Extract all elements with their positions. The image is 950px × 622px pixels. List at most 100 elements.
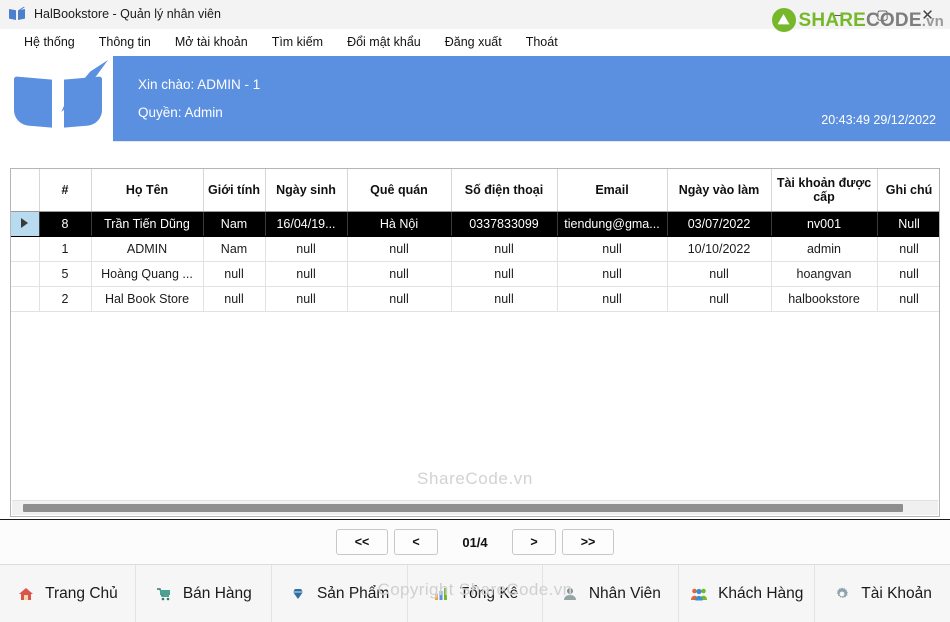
col-header-taikhoan[interactable]: Tài khoản được cấp	[771, 169, 878, 212]
col-header-rowmarker[interactable]	[11, 169, 40, 212]
menu-item-tim-kiem[interactable]: Tìm kiếm	[260, 31, 335, 53]
col-header-gioitinh[interactable]: Giới tính	[203, 169, 266, 212]
cell-ngayvaolam[interactable]: null	[667, 286, 772, 312]
table-header-row: # Họ Tên Giới tính Ngày sinh Quê quán Số…	[11, 169, 939, 212]
cell-num[interactable]: 2	[39, 286, 92, 312]
cell-ghichu[interactable]: null	[877, 286, 939, 312]
menu-item-mo-tai-khoan[interactable]: Mở tài khoản	[163, 31, 260, 53]
cell-ngayvaolam[interactable]: 10/10/2022	[667, 236, 772, 262]
cell-sodienthoai[interactable]: null	[451, 236, 558, 262]
nav-item-ban-hang[interactable]: Bán Hàng	[136, 565, 272, 622]
row-marker[interactable]	[11, 261, 40, 287]
first-page-button[interactable]: <<	[336, 529, 388, 555]
menu-item-thong-tin[interactable]: Thông tin	[87, 31, 163, 53]
nav-label: Trang Chủ	[45, 584, 118, 602]
table-row[interactable]: 5 Hoàng Quang ... null null null null nu…	[11, 261, 939, 287]
header-banner: Xin chào: ADMIN - 1 Quyền: Admin 20:43:4…	[0, 56, 950, 142]
cell-ghichu[interactable]: null	[877, 236, 939, 262]
cell-quequan[interactable]: null	[347, 286, 452, 312]
cell-ghichu[interactable]: null	[877, 261, 939, 287]
cart-icon	[155, 585, 173, 603]
cell-ngaysinh[interactable]: 16/04/19...	[265, 211, 348, 237]
scrollbar-thumb[interactable]	[23, 504, 903, 512]
menu-item-dang-xuat[interactable]: Đăng xuất	[433, 31, 514, 53]
table-row[interactable]: 2 Hal Book Store null null null null nul…	[11, 286, 939, 312]
cell-email[interactable]: null	[557, 286, 668, 312]
cell-quequan[interactable]: null	[347, 261, 452, 287]
cell-sodienthoai[interactable]: null	[451, 286, 558, 312]
cell-gioitinh[interactable]: Nam	[203, 211, 266, 237]
cell-ngaysinh[interactable]: null	[265, 236, 348, 262]
cell-taikhoan[interactable]: nv001	[771, 211, 878, 237]
cell-quequan[interactable]: Hà Nội	[347, 211, 452, 237]
col-header-quequan[interactable]: Quê quán	[347, 169, 452, 212]
row-marker[interactable]	[11, 286, 40, 312]
col-header-num[interactable]: #	[39, 169, 92, 212]
employee-data-grid[interactable]: # Họ Tên Giới tính Ngày sinh Quê quán Số…	[10, 168, 940, 517]
cell-email[interactable]: tiendung@gma...	[557, 211, 668, 237]
cell-hoten[interactable]: ADMIN	[91, 236, 204, 262]
chart-icon	[432, 585, 450, 603]
cell-sodienthoai[interactable]: 0337833099	[451, 211, 558, 237]
cell-taikhoan[interactable]: admin	[771, 236, 878, 262]
people-icon	[690, 585, 708, 603]
nav-item-san-pham[interactable]: Sản Phẩm	[272, 565, 408, 622]
diamond-icon	[289, 585, 307, 603]
cell-sodienthoai[interactable]: null	[451, 261, 558, 287]
menu-item-he-thong[interactable]: Hệ thống	[12, 31, 87, 53]
col-header-ngayvaolam[interactable]: Ngày vào làm	[667, 169, 772, 212]
cell-ngayvaolam[interactable]: null	[667, 261, 772, 287]
cell-hoten[interactable]: Trần Tiến Dũng	[91, 211, 204, 237]
cell-ngaysinh[interactable]: null	[265, 286, 348, 312]
nav-item-tai-khoan[interactable]: Tài Khoản	[815, 565, 950, 622]
cell-taikhoan[interactable]: halbookstore	[771, 286, 878, 312]
nav-label: Bán Hàng	[182, 584, 252, 602]
prev-page-button[interactable]: <	[394, 529, 438, 555]
role-text: Quyền: Admin	[138, 104, 223, 120]
nav-label: Sản Phẩm	[316, 584, 390, 602]
nav-item-nhan-vien[interactable]: Nhân Viên	[543, 565, 680, 622]
col-header-hoten[interactable]: Họ Tên	[91, 169, 204, 212]
row-marker[interactable]	[11, 236, 40, 262]
bottom-navigation-bar: Trang Chủ Bán Hàng Sản Phẩm Tổng Kê Nhân…	[0, 564, 950, 622]
row-caret-icon	[21, 217, 29, 228]
cell-num[interactable]: 5	[39, 261, 92, 287]
cell-num[interactable]: 8	[39, 211, 92, 237]
col-header-sodienthoai[interactable]: Số điện thoại	[451, 169, 558, 212]
nav-item-khach-hang[interactable]: Khách Hàng	[679, 565, 816, 622]
cell-hoten[interactable]: Hoàng Quang ...	[91, 261, 204, 287]
minimize-button[interactable]: –	[815, 0, 860, 29]
cell-gioitinh[interactable]: null	[203, 286, 266, 312]
cell-ngaysinh[interactable]: null	[265, 261, 348, 287]
col-header-ngaysinh[interactable]: Ngày sinh	[265, 169, 348, 212]
cell-email[interactable]: null	[557, 236, 668, 262]
cell-gioitinh[interactable]: null	[203, 261, 266, 287]
table-row[interactable]: 1 ADMIN Nam null null null null 10/10/20…	[11, 236, 939, 262]
nav-label: Khách Hàng	[718, 584, 804, 602]
cell-num[interactable]: 1	[39, 236, 92, 262]
table-row[interactable]: 8 Trần Tiến Dũng Nam 16/04/19... Hà Nội …	[11, 211, 939, 237]
maximize-button[interactable]: ▢	[860, 0, 905, 29]
grid-horizontal-scrollbar[interactable]	[12, 500, 938, 515]
cell-ghichu[interactable]: Null	[877, 211, 939, 237]
cell-quequan[interactable]: null	[347, 236, 452, 262]
close-button[interactable]: ✕	[905, 0, 950, 29]
book-icon	[8, 6, 26, 22]
page-indicator: 01/4	[462, 534, 488, 550]
cell-ngayvaolam[interactable]: 03/07/2022	[667, 211, 772, 237]
last-page-button[interactable]: >>	[562, 529, 614, 555]
greeting-text: Xin chào: ADMIN - 1	[138, 77, 261, 92]
col-header-email[interactable]: Email	[557, 169, 668, 212]
window-controls[interactable]: – ▢ ✕	[815, 0, 950, 29]
nav-item-trang-chu[interactable]: Trang Chủ	[0, 565, 136, 622]
next-page-button[interactable]: >	[512, 529, 556, 555]
menu-item-doi-mat-khau[interactable]: Đổi mật khẩu	[335, 31, 433, 53]
cell-taikhoan[interactable]: hoangvan	[771, 261, 878, 287]
menu-item-thoat[interactable]: Thoát	[514, 31, 570, 53]
nav-item-tong-ke[interactable]: Tổng Kê	[408, 565, 544, 622]
col-header-ghichu[interactable]: Ghi chú	[877, 169, 939, 212]
cell-gioitinh[interactable]: Nam	[203, 236, 266, 262]
cell-email[interactable]: null	[557, 261, 668, 287]
cell-hoten[interactable]: Hal Book Store	[91, 286, 204, 312]
row-marker[interactable]	[11, 211, 40, 237]
